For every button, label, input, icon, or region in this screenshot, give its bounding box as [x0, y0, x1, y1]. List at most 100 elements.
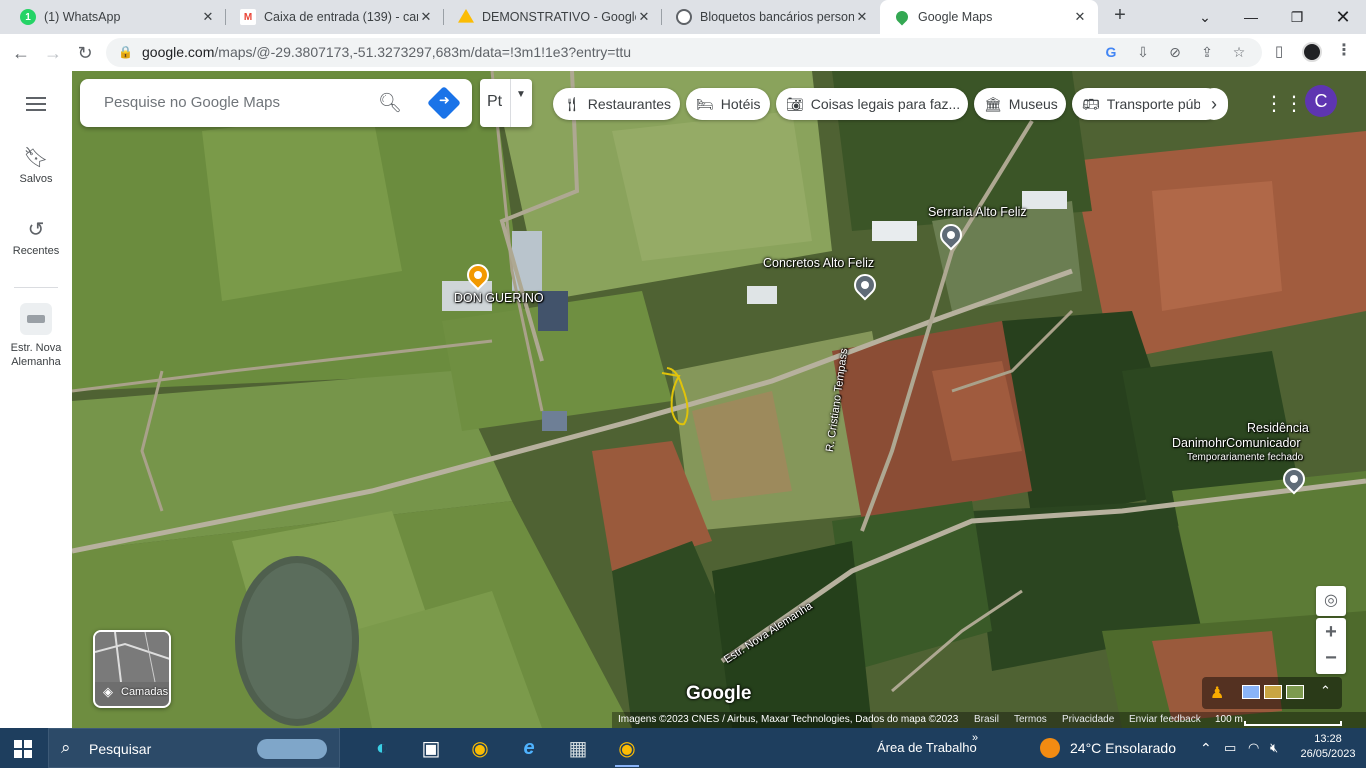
- tab-title: Google Maps: [918, 10, 993, 24]
- satellite-imagery: [72, 71, 1366, 728]
- toolbar-expand-icon[interactable]: »: [972, 732, 978, 744]
- tab-title: Bloquetos bancários personal: [700, 10, 854, 24]
- chip-hotels[interactable]: 🛏︎ Hotéis: [686, 88, 770, 120]
- directions-icon[interactable]: [427, 86, 461, 120]
- install-icon[interactable]: ⇩: [1134, 44, 1152, 62]
- scale-label[interactable]: 100 m: [1215, 714, 1243, 725]
- search-input[interactable]: Pesquise no Google Maps: [104, 94, 280, 111]
- tab-google-maps[interactable]: Google Maps ✕: [880, 0, 1098, 34]
- country-link[interactable]: Brasil: [974, 714, 999, 725]
- lock-icon[interactable]: 🔒: [118, 45, 133, 59]
- search-icon[interactable]: 🔍︎: [378, 91, 402, 115]
- weather-sun-icon[interactable]: [1040, 738, 1060, 758]
- network-icon[interactable]: ▭: [1224, 740, 1236, 756]
- clock-time: 13:28: [1314, 733, 1342, 745]
- saved-button[interactable]: 🔖︎ Salvos: [0, 145, 72, 185]
- windows-start-icon[interactable]: [14, 740, 32, 758]
- restore-button[interactable]: ❐: [1274, 0, 1320, 34]
- zoom-controls: + −: [1316, 618, 1346, 674]
- place-label-concretos[interactable]: Concretos Alto Feliz: [763, 256, 874, 270]
- history-icon: ↺: [27, 219, 45, 241]
- address-bar[interactable]: 🔒 google.com/maps/@-29.3807173,-51.32732…: [106, 38, 1262, 67]
- close-tab-icon[interactable]: ✕: [636, 9, 652, 25]
- close-tab-icon[interactable]: ✕: [418, 9, 434, 25]
- place-label-serraria[interactable]: Serraria Alto Feliz: [928, 205, 1027, 219]
- photo-app-icon[interactable]: ▣: [411, 732, 451, 764]
- tab-search-icon[interactable]: ⌄: [1182, 0, 1228, 34]
- hamburger-menu-icon[interactable]: [26, 97, 46, 111]
- forward-button[interactable]: →: [40, 40, 66, 66]
- profile-avatar[interactable]: [1302, 42, 1322, 62]
- chrome-active-icon[interactable]: ◉: [607, 732, 647, 767]
- place-label-don-guerino[interactable]: DON GUERINO: [454, 291, 544, 305]
- google-lens-icon[interactable]: G: [1102, 44, 1120, 62]
- scale-bar[interactable]: [1244, 721, 1342, 726]
- tab-gmail[interactable]: M Caixa de entrada (139) - carm ✕: [226, 0, 444, 34]
- place-label-residencia-line2[interactable]: DanimohrComunicador: [1172, 436, 1301, 450]
- account-avatar[interactable]: C: [1305, 85, 1337, 117]
- google-logo: Google: [686, 683, 752, 704]
- chip-restaurants[interactable]: 🍴︎ Restaurantes: [553, 88, 680, 120]
- google-drive-icon: [458, 9, 474, 23]
- desktop-toolbar-label[interactable]: Área de Trabalho: [877, 740, 977, 755]
- bookmark-star-icon[interactable]: ☆: [1230, 44, 1248, 62]
- new-tab-button[interactable]: +: [1108, 4, 1132, 30]
- wifi-icon[interactable]: ◠: [1248, 740, 1259, 756]
- calculator-icon[interactable]: ▦: [558, 732, 598, 764]
- tab-whatsapp[interactable]: 1 (1) WhatsApp ✕: [6, 0, 226, 34]
- google-maps-icon: [893, 8, 911, 26]
- back-button[interactable]: ←: [8, 40, 34, 66]
- chip-label: Museus: [1008, 96, 1058, 112]
- tab-bloquetos[interactable]: Bloquetos bancários personal ✕: [662, 0, 880, 34]
- zoom-out-button[interactable]: −: [1316, 646, 1346, 674]
- url-text[interactable]: google.com/maps/@-29.3807173,-51.3273297…: [142, 44, 631, 60]
- weather-label[interactable]: 24°C Ensolarado: [1070, 740, 1176, 756]
- close-tab-icon[interactable]: ✕: [854, 9, 870, 25]
- street-view-thumb[interactable]: [1286, 685, 1304, 699]
- tab-google-drive[interactable]: DEMONSTRATIVO - Google D ✕: [444, 0, 662, 34]
- reload-button[interactable]: ↻: [72, 40, 98, 66]
- taskbar-search[interactable]: ⌕ Pesquisar: [48, 728, 340, 768]
- close-window-button[interactable]: ✕: [1320, 0, 1366, 34]
- browser-menu-icon[interactable]: ⋮: [1336, 40, 1352, 60]
- satellite-map[interactable]: Pesquise no Google Maps 🔍︎ Pt ▼ 🍴︎ Resta…: [72, 71, 1366, 728]
- chevron-down-icon[interactable]: ▼: [516, 89, 526, 100]
- chevron-up-icon[interactable]: ⌃: [1320, 683, 1331, 699]
- input-tools-button[interactable]: Pt ▼: [480, 79, 532, 127]
- street-view-thumb[interactable]: [1264, 685, 1282, 699]
- recent-place-button[interactable]: Estr. Nova Alemanha: [0, 303, 72, 369]
- minimize-button[interactable]: —: [1228, 0, 1274, 34]
- input-tools-label: Pt: [487, 93, 503, 110]
- street-view-thumb[interactable]: [1242, 685, 1260, 699]
- chips-next-icon[interactable]: ›: [1200, 88, 1228, 120]
- terms-link[interactable]: Termos: [1014, 714, 1047, 725]
- taskbar-search-label: Pesquisar: [89, 741, 152, 757]
- pegman-icon[interactable]: ♟: [1210, 683, 1224, 703]
- chip-things-to-do[interactable]: 📷︎ Coisas legais para faz...: [776, 88, 968, 120]
- chip-museums[interactable]: 🏛︎ Museus: [974, 88, 1066, 120]
- internet-explorer-icon[interactable]: e: [509, 732, 549, 764]
- google-apps-icon[interactable]: ⋮⋮⋮: [1264, 91, 1324, 115]
- close-tab-icon[interactable]: ✕: [200, 9, 216, 25]
- rail-divider: [14, 287, 58, 288]
- privacy-link[interactable]: Privacidade: [1062, 714, 1114, 725]
- share-icon[interactable]: ⇪: [1198, 44, 1216, 62]
- eye-off-icon[interactable]: ⊘: [1166, 44, 1184, 62]
- zoom-in-button[interactable]: +: [1316, 618, 1346, 646]
- feedback-link[interactable]: Enviar feedback: [1129, 714, 1201, 725]
- gmail-icon: M: [240, 9, 256, 25]
- recent-button[interactable]: ↺ Recentes: [0, 217, 72, 257]
- browser-tab-strip: 1 (1) WhatsApp ✕ M Caixa de entrada (139…: [0, 0, 1366, 34]
- camera-icon: 📷︎: [786, 95, 804, 112]
- layers-button[interactable]: ◈ Camadas: [93, 630, 171, 708]
- taskbar-clock[interactable]: 13:28 26/05/2023: [1296, 732, 1360, 762]
- chrome-icon[interactable]: ◉: [460, 732, 500, 764]
- tray-chevron-up-icon[interactable]: ⌃: [1200, 740, 1212, 757]
- volume-muted-icon[interactable]: 🔇︎: [1270, 740, 1278, 756]
- street-view-bar: ♟ ⌃: [1202, 677, 1342, 709]
- my-location-icon[interactable]: ◎: [1316, 586, 1346, 616]
- place-label-residencia-line1[interactable]: Residência: [1247, 421, 1309, 435]
- edge-icon[interactable]: ◐: [362, 732, 402, 764]
- side-panel-icon[interactable]: ▯: [1270, 42, 1288, 60]
- close-tab-icon[interactable]: ✕: [1072, 9, 1088, 25]
